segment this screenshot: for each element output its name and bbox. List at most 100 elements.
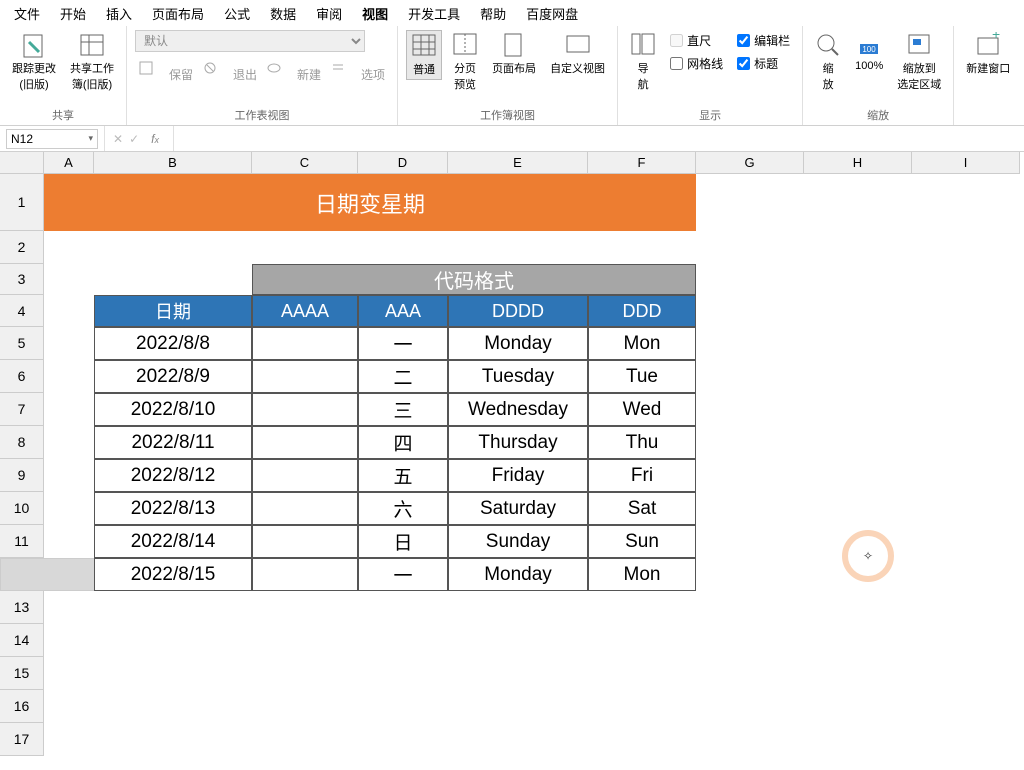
- table-cell[interactable]: Friday: [448, 459, 588, 492]
- column-header[interactable]: G: [696, 152, 804, 174]
- table-cell[interactable]: Wednesday: [448, 393, 588, 426]
- table-cell[interactable]: 日: [358, 525, 448, 558]
- table-header[interactable]: AAAA: [252, 295, 358, 327]
- table-cell[interactable]: 2022/8/12: [94, 459, 252, 492]
- menu-item-0[interactable]: 文件: [4, 0, 50, 27]
- row-header[interactable]: 14: [0, 624, 44, 657]
- row-header[interactable]: 9: [0, 459, 44, 492]
- row-header[interactable]: 16: [0, 690, 44, 723]
- row-header[interactable]: 2: [0, 231, 44, 264]
- table-cell[interactable]: 三: [358, 393, 448, 426]
- select-all-corner[interactable]: [0, 152, 44, 174]
- menu-item-6[interactable]: 审阅: [306, 0, 352, 27]
- track-changes-button[interactable]: 跟踪更改 (旧版): [8, 30, 60, 94]
- menu-item-4[interactable]: 公式: [214, 0, 260, 27]
- confirm-icon[interactable]: ✓: [129, 132, 139, 146]
- row-header[interactable]: 15: [0, 657, 44, 690]
- page-layout-button[interactable]: 页面布局: [488, 30, 540, 78]
- table-cell[interactable]: Tue: [588, 360, 696, 393]
- options-button[interactable]: 选项: [327, 58, 389, 90]
- table-cell[interactable]: Sun: [588, 525, 696, 558]
- headings-checkbox[interactable]: 标题: [733, 53, 794, 74]
- share-workbook-button[interactable]: 共享工作 簿(旧版): [66, 30, 118, 94]
- menu-item-1[interactable]: 开始: [50, 0, 96, 27]
- table-cell[interactable]: [252, 360, 358, 393]
- sheet-view-selector[interactable]: 默认: [135, 30, 365, 52]
- menu-item-7[interactable]: 视图: [352, 0, 398, 27]
- column-header[interactable]: B: [94, 152, 252, 174]
- table-cell[interactable]: Sunday: [448, 525, 588, 558]
- table-cell[interactable]: Wed: [588, 393, 696, 426]
- row-header[interactable]: 4: [0, 295, 44, 327]
- table-header[interactable]: AAA: [358, 295, 448, 327]
- formula-bar-checkbox[interactable]: 编辑栏: [733, 30, 794, 51]
- menu-item-3[interactable]: 页面布局: [142, 0, 214, 27]
- table-cell[interactable]: Mon: [588, 327, 696, 360]
- table-cell[interactable]: 2022/8/10: [94, 393, 252, 426]
- ruler-checkbox[interactable]: 直尺: [666, 30, 727, 51]
- column-header[interactable]: A: [44, 152, 94, 174]
- table-cell[interactable]: [252, 492, 358, 525]
- table-header[interactable]: DDDD: [448, 295, 588, 327]
- table-cell[interactable]: 2022/8/14: [94, 525, 252, 558]
- zoom-selection-button[interactable]: 缩放到 选定区域: [893, 30, 945, 94]
- navigation-button[interactable]: 导 航: [626, 30, 660, 94]
- zoom-button[interactable]: 缩 放: [811, 30, 845, 94]
- table-cell[interactable]: Saturday: [448, 492, 588, 525]
- table-cell[interactable]: 二: [358, 360, 448, 393]
- table-cell[interactable]: 一: [358, 327, 448, 360]
- table-cell[interactable]: Sat: [588, 492, 696, 525]
- table-cell[interactable]: 2022/8/8: [94, 327, 252, 360]
- zoom-100-button[interactable]: 100100%: [851, 30, 887, 74]
- table-cell[interactable]: 2022/8/15: [94, 558, 252, 591]
- table-cell[interactable]: [252, 558, 358, 591]
- new-window-button[interactable]: +新建窗口: [962, 30, 1014, 78]
- table-cell[interactable]: 六: [358, 492, 448, 525]
- row-header[interactable]: 5: [0, 327, 44, 360]
- row-header[interactable]: 1: [0, 174, 44, 231]
- column-header[interactable]: C: [252, 152, 358, 174]
- table-cell[interactable]: Monday: [448, 327, 588, 360]
- table-cell[interactable]: 四: [358, 426, 448, 459]
- spreadsheet-grid[interactable]: ABCDEFGHI 1234567891011121314151617 日期变星…: [0, 152, 1024, 770]
- title-cell[interactable]: 日期变星期: [44, 174, 696, 231]
- column-header[interactable]: I: [912, 152, 1020, 174]
- table-cell[interactable]: Fri: [588, 459, 696, 492]
- table-cell[interactable]: Tuesday: [448, 360, 588, 393]
- table-cell[interactable]: [252, 525, 358, 558]
- page-break-button[interactable]: 分页 预览: [448, 30, 482, 94]
- table-cell[interactable]: 五: [358, 459, 448, 492]
- normal-view-button[interactable]: 普通: [406, 30, 442, 80]
- exit-button[interactable]: 退出: [199, 58, 261, 90]
- row-header[interactable]: 17: [0, 723, 44, 756]
- formula-input[interactable]: [174, 126, 1024, 151]
- menu-item-10[interactable]: 百度网盘: [516, 0, 588, 27]
- row-header[interactable]: 7: [0, 393, 44, 426]
- row-header[interactable]: 11: [0, 525, 44, 558]
- new-view-button[interactable]: 新建: [263, 58, 325, 90]
- menu-item-8[interactable]: 开发工具: [398, 0, 470, 27]
- name-box[interactable]: N12▾: [6, 129, 98, 149]
- menu-item-2[interactable]: 插入: [96, 0, 142, 27]
- row-header[interactable]: 10: [0, 492, 44, 525]
- custom-view-button[interactable]: 自定义视图: [546, 30, 609, 78]
- table-cell[interactable]: 一: [358, 558, 448, 591]
- column-header[interactable]: D: [358, 152, 448, 174]
- row-header[interactable]: 13: [0, 591, 44, 624]
- row-header[interactable]: 3: [0, 264, 44, 295]
- row-header[interactable]: 8: [0, 426, 44, 459]
- column-header[interactable]: F: [588, 152, 696, 174]
- table-cell[interactable]: 2022/8/13: [94, 492, 252, 525]
- keep-button[interactable]: 保留: [135, 58, 197, 90]
- table-header[interactable]: DDD: [588, 295, 696, 327]
- subtitle-cell[interactable]: 代码格式: [252, 264, 696, 295]
- table-cell[interactable]: Thursday: [448, 426, 588, 459]
- table-cell[interactable]: Monday: [448, 558, 588, 591]
- fx-icon[interactable]: fx: [145, 132, 165, 146]
- column-header[interactable]: E: [448, 152, 588, 174]
- table-cell[interactable]: Thu: [588, 426, 696, 459]
- column-header[interactable]: H: [804, 152, 912, 174]
- cancel-icon[interactable]: ✕: [113, 132, 123, 146]
- table-cell[interactable]: [252, 393, 358, 426]
- table-cell[interactable]: [252, 459, 358, 492]
